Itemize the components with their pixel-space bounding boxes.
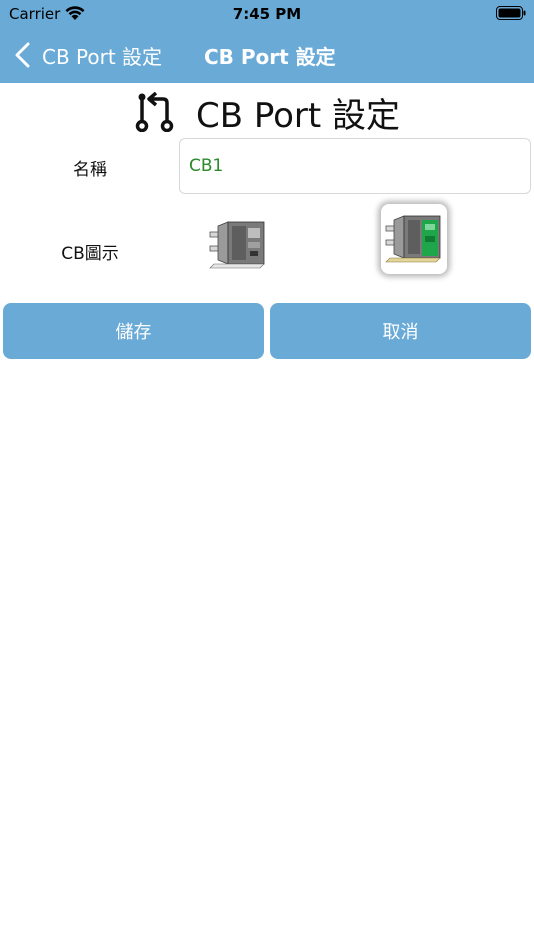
cb-icon-option-green[interactable]: [381, 204, 447, 274]
cancel-button[interactable]: 取消: [270, 303, 531, 359]
name-input-value: CB1: [189, 156, 224, 176]
page-title: CB Port 設定: [195, 95, 401, 136]
battery-icon: [496, 6, 526, 20]
status-bar: Carrier 7:45 PM: [0, 0, 534, 28]
cb-icon-label: CB圖示: [61, 244, 119, 264]
page-header: CB Port 設定: [0, 91, 534, 136]
back-button-label: CB Port 設定: [42, 44, 163, 69]
nav-title: CB Port 設定: [204, 45, 336, 69]
save-button-label: 儲存: [115, 322, 152, 343]
cb-icon-option-gray[interactable]: [206, 211, 270, 279]
content-area: CB Port 設定 名稱 CB1 CB圖示 儲存 取消: [0, 83, 534, 950]
top-bar: Carrier 7:45 PM CB Port 設定 CB Port 設定: [0, 0, 534, 83]
name-label: 名稱: [73, 160, 107, 180]
circuit-breaker-gray-icon: [209, 221, 265, 269]
name-input[interactable]: CB1: [179, 138, 531, 194]
circuit-breaker-green-icon: [385, 215, 441, 263]
pull-request-icon: [135, 92, 174, 132]
chevron-left-icon: [15, 42, 30, 68]
back-button[interactable]: CB Port 設定: [14, 40, 162, 70]
navigation-bar: CB Port 設定 CB Port 設定: [0, 28, 534, 83]
clock: 7:45 PM: [232, 5, 302, 23]
cancel-button-label: 取消: [382, 322, 419, 343]
save-button[interactable]: 儲存: [3, 303, 264, 359]
